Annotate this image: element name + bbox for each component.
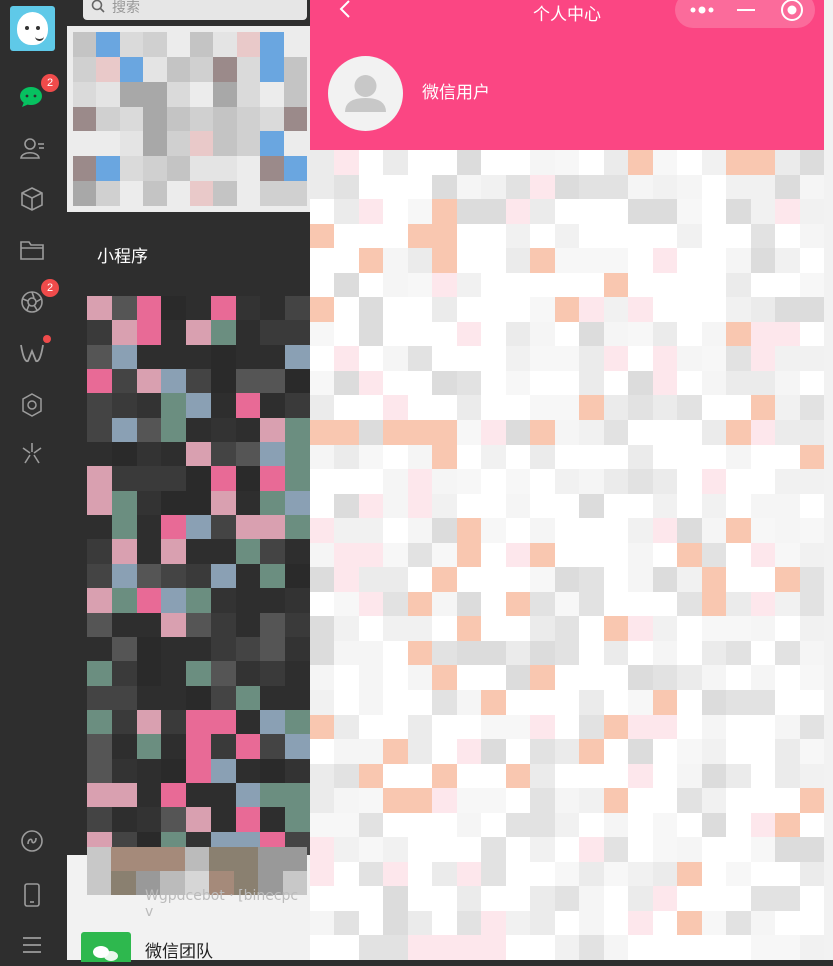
background-window-edge (824, 0, 833, 960)
chats-icon[interactable]: 2 (17, 74, 59, 112)
favorites-icon[interactable] (17, 184, 47, 214)
chat-list-blurred (73, 32, 307, 206)
panel-content-blurred (310, 150, 824, 960)
user-name: 微信用户 (422, 83, 490, 103)
contacts-icon[interactable] (17, 133, 47, 163)
contact-preview-text: Wgpdcebot · [binecpc v (145, 888, 299, 920)
default-avatar-icon (345, 75, 386, 112)
minimize-icon[interactable] (723, 0, 769, 28)
chat-list[interactable] (67, 26, 310, 212)
search-input[interactable]: 搜索 (83, 0, 307, 20)
mini-programs-title: 小程序 (97, 247, 148, 267)
wechat-team-avatar (81, 932, 131, 962)
sidebar: 2 2 (0, 0, 67, 960)
channels-dot (43, 335, 51, 343)
search-icon (91, 0, 105, 13)
capsule-menu (675, 0, 815, 28)
moments-badge: 2 (41, 279, 59, 297)
menu-icon[interactable] (17, 930, 47, 960)
moments-icon[interactable]: 2 (17, 279, 59, 317)
mini-programs-blurred (87, 296, 310, 856)
avatar[interactable] (10, 6, 55, 51)
mini-programs-icon[interactable] (17, 438, 47, 468)
channels-icon[interactable] (17, 335, 51, 368)
contact-list[interactable]: Wgpdcebot · [binecpc v 微信团队 (67, 847, 310, 962)
close-icon[interactable] (769, 0, 815, 28)
user-avatar[interactable] (328, 56, 403, 131)
chats-badge: 2 (41, 74, 59, 92)
mini-program-panel-icon[interactable] (17, 826, 47, 856)
search-placeholder: 搜索 (112, 0, 140, 16)
search-discover-icon[interactable] (17, 390, 47, 420)
mini-program-window: 个人中心 微信用户 (310, 0, 824, 960)
middle-column: 搜索 小程序 Wgpdcebot · [binecpc v 微信团队 (67, 0, 310, 962)
files-icon[interactable] (17, 235, 47, 265)
more-icon[interactable] (679, 0, 725, 28)
wechat-team-name[interactable]: 微信团队 (145, 937, 213, 962)
phone-icon[interactable] (17, 880, 47, 910)
